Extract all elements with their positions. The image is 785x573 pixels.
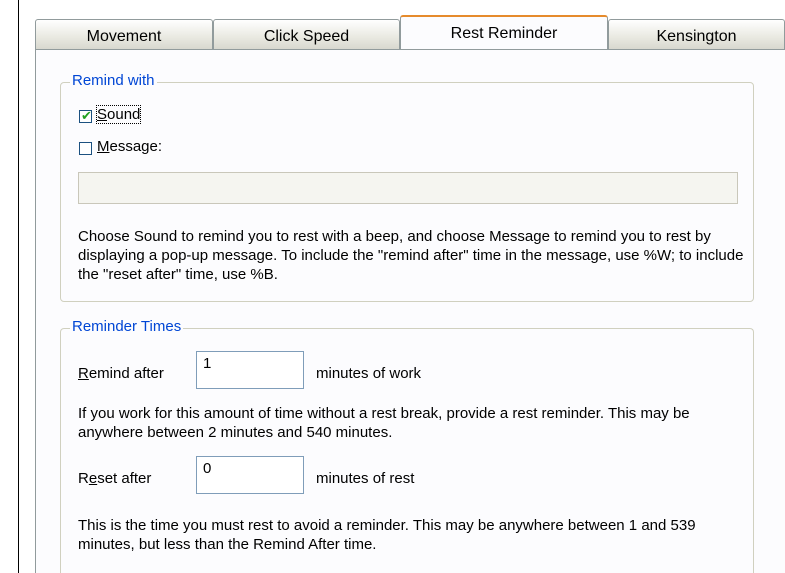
tab-rest-reminder[interactable]: Rest Reminder xyxy=(400,15,608,49)
tab-movement[interactable]: Movement xyxy=(35,19,213,49)
reminder-times-title: Reminder Times xyxy=(70,318,184,335)
remind-after-description: If you work for this amount of time with… xyxy=(78,405,690,441)
remind-with-title: Remind with xyxy=(70,72,157,89)
window-edge xyxy=(18,0,19,573)
reset-after-input[interactable] xyxy=(196,456,304,494)
message-checkbox[interactable] xyxy=(79,142,92,155)
remind-after-units: minutes of work xyxy=(316,365,422,382)
reset-after-units: minutes of rest xyxy=(316,470,415,487)
sound-label[interactable]: Sound xyxy=(95,105,142,124)
remind-after-label: Remind after xyxy=(78,365,164,382)
message-field[interactable] xyxy=(78,172,738,204)
reset-after-description: This is the time you must rest to avoid … xyxy=(78,517,696,553)
tabstrip-divider xyxy=(35,49,785,50)
remind-with-description: Choose Sound to remind you to rest with … xyxy=(78,228,744,283)
check-icon: ✔ xyxy=(81,108,92,123)
reset-after-label: Reset after xyxy=(78,470,152,487)
tab-click-speed[interactable]: Click Speed xyxy=(213,19,400,49)
sound-checkbox[interactable]: ✔ xyxy=(79,108,92,123)
tab-kensington[interactable]: Kensington xyxy=(608,19,785,49)
remind-after-input[interactable] xyxy=(196,351,304,389)
message-label[interactable]: Message: xyxy=(97,138,162,155)
